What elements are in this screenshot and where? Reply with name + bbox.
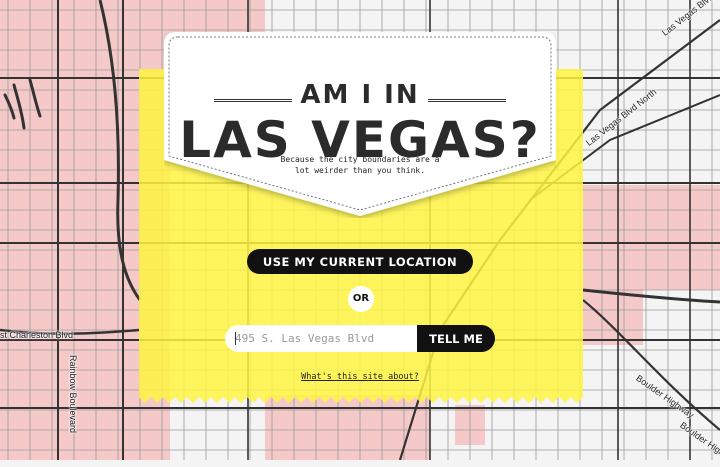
or-divider: OR <box>348 286 374 312</box>
map-label-rainbow: Rainbow Boulevard <box>68 355 78 434</box>
map-label-charleston: st Charleston Blvd <box>0 330 74 340</box>
tagline: Because the city boundaries are a lot we… <box>280 155 440 175</box>
address-input[interactable] <box>225 325 417 352</box>
tell-me-button[interactable]: TELL ME <box>417 325 495 352</box>
card-torn-edge <box>139 397 583 403</box>
use-current-location-button[interactable]: USE MY CURRENT LOCATION <box>247 249 473 274</box>
title-badge: AM I IN LAS VEGAS? Because the city boun… <box>164 32 556 218</box>
text-caret <box>235 332 236 345</box>
heading-am-i-in: AM I IN <box>300 80 420 110</box>
about-link-row: What's this site about? <box>0 372 720 382</box>
whats-this-site-about-link[interactable]: What's this site about? <box>301 372 419 382</box>
address-form: TELL ME <box>225 325 495 352</box>
